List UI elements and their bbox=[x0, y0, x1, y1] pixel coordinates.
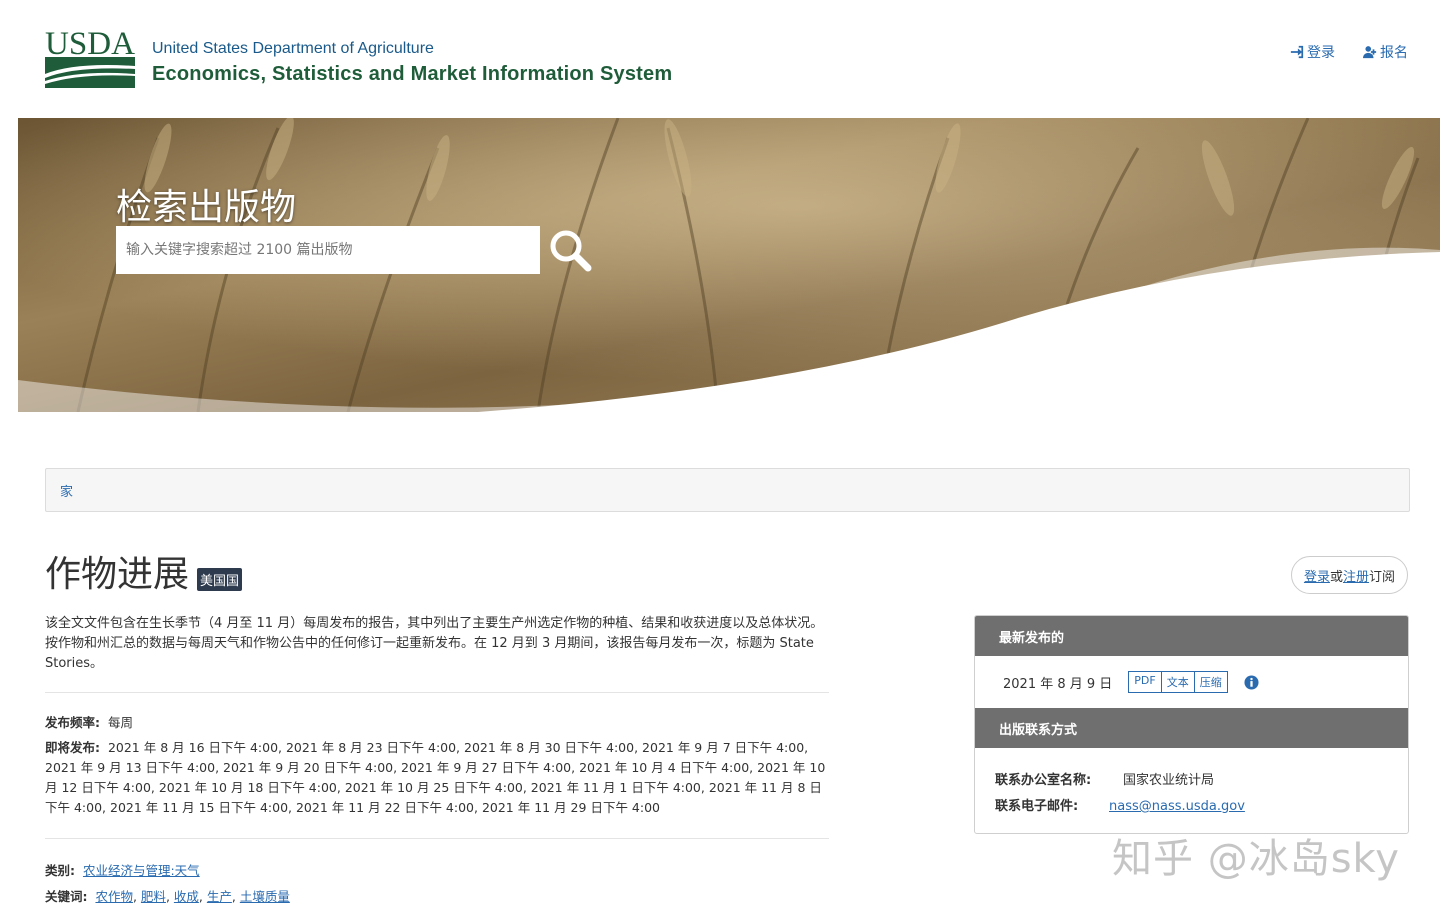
keyword-link[interactable]: 收成 bbox=[174, 889, 199, 904]
frequency-label: 发布频率: bbox=[45, 715, 100, 730]
email-row: 联系电子邮件: nass@nass.usda.gov bbox=[995, 794, 1408, 820]
login-label: 登录 bbox=[1307, 45, 1335, 61]
publication-description: 该全文文件包含在生长季节（4 月至 11 月）每周发布的报告，其中列出了主要生产… bbox=[45, 616, 824, 671]
format-buttons: PDF 文本 压缩 bbox=[1128, 671, 1228, 693]
upcoming-row: 即将发布: 2021 年 8 月 16 日下午 4:00, 2021 年 8 月… bbox=[45, 738, 829, 818]
keywords-label: 关键词: bbox=[45, 889, 88, 904]
page-title: 作物进展 bbox=[45, 554, 190, 595]
upcoming-label: 即将发布: bbox=[45, 740, 100, 755]
keyword-link[interactable]: 农作物 bbox=[95, 889, 133, 904]
contact-info: 联系办公室名称: 国家农业统计局 联系电子邮件: nass@nass.usda.… bbox=[975, 748, 1408, 820]
publication-search-input[interactable] bbox=[116, 226, 540, 274]
contact-heading: 出版联系方式 bbox=[975, 708, 1408, 748]
subscribe-register-link[interactable]: 注册 bbox=[1343, 566, 1369, 585]
login-link[interactable]: 登录 bbox=[1290, 42, 1335, 62]
breadcrumb-home[interactable]: 家 bbox=[60, 481, 73, 500]
usda-logo[interactable]: USDA bbox=[45, 26, 135, 88]
agency-name: United States Department of Agriculture bbox=[152, 40, 434, 57]
auth-links: 登录 报名 bbox=[1290, 42, 1408, 62]
breadcrumb: 家 bbox=[45, 468, 1410, 512]
register-label: 报名 bbox=[1380, 45, 1408, 61]
latest-release-row: 2021 年 8 月 9 日 PDF 文本 压缩 bbox=[975, 656, 1408, 708]
text-button[interactable]: 文本 bbox=[1161, 671, 1195, 693]
office-row: 联系办公室名称: 国家农业统计局 bbox=[995, 768, 1408, 794]
logo-text: USDA bbox=[45, 26, 135, 62]
subscribe-suffix: 订阅 bbox=[1368, 569, 1395, 585]
user-plus-icon bbox=[1363, 46, 1377, 59]
office-value: 国家农业统计局 bbox=[1123, 773, 1215, 788]
watermark: 知乎 @冰岛sky bbox=[1112, 836, 1400, 882]
latest-release-heading: 最新发布的 bbox=[975, 616, 1408, 656]
office-label: 联系办公室名称: bbox=[995, 773, 1092, 788]
frequency-value: 每周 bbox=[107, 715, 133, 730]
category-link[interactable]: 农业经济与管理:天气 bbox=[83, 863, 200, 878]
site-header: USDA United States Department of Agricul… bbox=[0, 0, 1440, 118]
page-title-row: 作物进展 美国国 bbox=[45, 553, 243, 597]
zip-button[interactable]: 压缩 bbox=[1194, 671, 1228, 693]
release-date: 2021 年 8 月 9 日 bbox=[1003, 676, 1113, 692]
keyword-link[interactable]: 肥料 bbox=[141, 889, 166, 904]
hero-title: 检索出版物 bbox=[116, 187, 297, 228]
email-label: 联系电子邮件: bbox=[995, 799, 1079, 814]
info-icon[interactable] bbox=[1244, 674, 1259, 690]
contact-email-link[interactable]: nass@nass.usda.gov bbox=[1109, 794, 1245, 820]
system-name[interactable]: Economics, Statistics and Market Informa… bbox=[152, 63, 672, 86]
pdf-button[interactable]: PDF bbox=[1128, 671, 1162, 693]
search-button[interactable] bbox=[546, 226, 594, 274]
release-schedule: 发布频率: 每周 即将发布: 2021 年 8 月 16 日下午 4:00, 2… bbox=[45, 713, 829, 818]
keyword-link[interactable]: 生产 bbox=[207, 889, 232, 904]
divider bbox=[45, 692, 829, 693]
search-icon bbox=[550, 230, 592, 272]
classification: 类别: 农业经济与管理:天气 关键词: 农作物, 肥料, 收成, 生产, 土壤质… bbox=[45, 858, 829, 910]
keyword-link[interactable]: 土壤质量 bbox=[240, 889, 290, 904]
release-panel: 最新发布的 2021 年 8 月 9 日 PDF 文本 压缩 出版联系方式 联系… bbox=[974, 615, 1409, 834]
hero-banner: 检索出版物 bbox=[18, 118, 1440, 412]
divider bbox=[45, 838, 829, 839]
subscribe-or: 或 bbox=[1329, 569, 1343, 585]
subscribe-pill: 登录 或 注册 订阅 bbox=[1290, 556, 1408, 594]
register-link[interactable]: 报名 bbox=[1363, 42, 1408, 62]
scope-badge: 美国国 bbox=[197, 568, 243, 591]
category-label: 类别: bbox=[45, 863, 75, 878]
upcoming-dates: 2021 年 8 月 16 日下午 4:00, 2021 年 8 月 23 日下… bbox=[45, 740, 826, 815]
subscribe-login-link[interactable]: 登录 bbox=[1304, 566, 1330, 585]
sign-in-icon bbox=[1290, 45, 1304, 59]
frequency-row: 发布频率: 每周 bbox=[45, 713, 829, 733]
keywords-row: 关键词: 农作物, 肥料, 收成, 生产, 土壤质量 bbox=[45, 889, 290, 904]
category-row: 类别: 农业经济与管理:天气 bbox=[45, 858, 829, 884]
